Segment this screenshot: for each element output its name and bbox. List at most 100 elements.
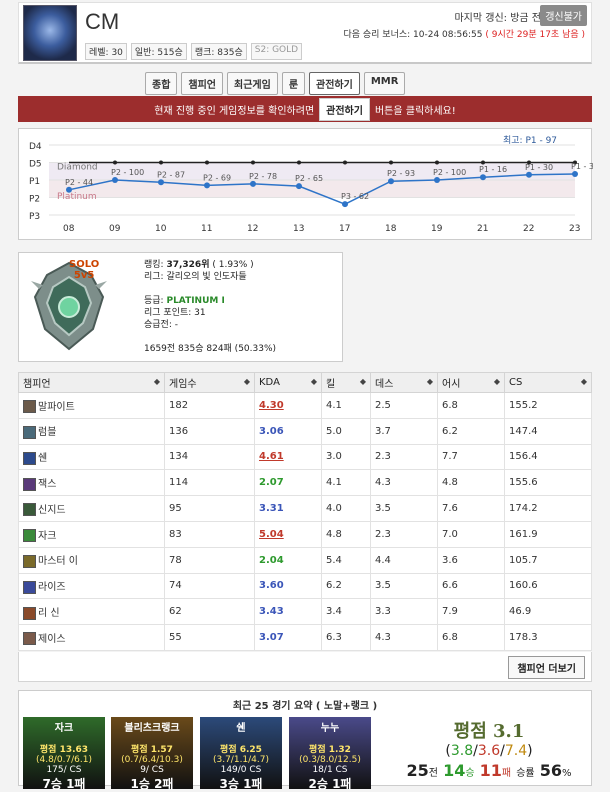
- deaths-cell: 2.3: [370, 443, 438, 471]
- recent-record: 25전 14승 11패 승률 56%: [389, 761, 589, 780]
- table-row[interactable]: 제이스 55 3.07 6.3 4.3 6.8 178.3: [18, 624, 592, 651]
- games-cell: 182: [164, 392, 255, 419]
- tier-label: 등급:: [144, 296, 164, 306]
- recent-champion-kda: (3.7/1.1/4.7): [212, 755, 270, 765]
- kills-cell: 4.1: [321, 469, 371, 497]
- tab-spectate[interactable]: 관전하기: [309, 72, 360, 95]
- champion-cell[interactable]: 라이즈: [18, 572, 165, 600]
- lp-data-point: [250, 180, 256, 187]
- queue-mode: 5v5: [73, 270, 95, 281]
- champion-portrait-icon: [23, 606, 36, 620]
- tab-champions[interactable]: 챔피언: [181, 72, 224, 95]
- table-row[interactable]: 럼블 136 3.06 5.0 3.7 6.2 147.4: [18, 417, 592, 445]
- champion-cell[interactable]: 자크: [18, 520, 165, 548]
- y-tick-label: P3: [29, 212, 40, 222]
- cs-cell: 155.2: [504, 392, 592, 419]
- cs-cell: 155.6: [504, 469, 592, 497]
- avg-kda: (3.8/3.6/7.4): [445, 743, 533, 759]
- games-cell: 78: [164, 546, 255, 574]
- table-row[interactable]: 잭스 114 2.07 4.1 4.3 4.8 155.6: [18, 469, 592, 497]
- recent-champion-name: 블리츠크랭크: [124, 723, 180, 734]
- losses-unit: 패: [501, 768, 512, 779]
- sort-icon: ◆: [243, 377, 250, 386]
- deaths-cell: 3.3: [370, 598, 438, 626]
- table-row[interactable]: 말파이트 182 4.30 4.1 2.5 6.8 155.2: [18, 392, 592, 419]
- recent-champion-card[interactable]: 누누 평점 1.32 (0.3/8.0/12.5) 18/1 CS 2승 1패: [289, 717, 371, 791]
- games-cell: 83: [164, 520, 255, 548]
- total-losses: 11: [479, 761, 502, 780]
- champion-cell[interactable]: 제이스: [18, 624, 165, 651]
- table-row[interactable]: 리 신 62 3.43 3.4 3.3 7.9 46.9: [18, 598, 592, 626]
- recent-champion-card[interactable]: 자크 평점 13.63 (4.8/0.7/6.1) 175/ CS 7승 1패: [23, 717, 105, 791]
- x-tick-label: 19: [431, 224, 443, 234]
- sort-icon: ◆: [359, 377, 366, 386]
- champion-portrait-icon: [23, 554, 36, 568]
- ranking-line: 랭킹: 37,326위 ( 1.93% ): [144, 259, 276, 271]
- x-tick-label: 12: [247, 224, 258, 234]
- profile-header: CM 레벨: 30 일반: 515승 랭크: 835승 S2: GOLD 마지막…: [18, 2, 592, 64]
- games-cell: 114: [164, 469, 255, 497]
- reference-point: [159, 160, 163, 165]
- recent-champion-card[interactable]: 블리츠크랭크 평점 1.57 (0.7/6.4/10.3) 9/ CS 1승 2패: [111, 717, 193, 791]
- table-header-row: 챔피언 ◆ 게임수 ◆ KDA ◆ 킬 ◆ 데스 ◆ 어시 ◆ CS ◆: [18, 372, 592, 393]
- tab-overview[interactable]: 종합: [145, 72, 178, 95]
- table-row[interactable]: 쉔 134 4.61 3.0 2.3 7.7 156.4: [18, 443, 592, 471]
- col-deaths[interactable]: 데스 ◆: [370, 372, 438, 393]
- table-row[interactable]: 마스터 이 78 2.04 5.4 4.4 3.6 105.7: [18, 546, 592, 574]
- recent-champion-name: 쉔: [236, 723, 246, 734]
- bonus-remaining: ( 9시간 29분 17초 남음 ): [485, 30, 585, 40]
- champion-cell[interactable]: 럼블: [18, 417, 165, 445]
- recent-champion-cs: 9/ CS: [140, 765, 164, 775]
- table-row[interactable]: 자크 83 5.04 4.8 2.3 7.0 161.9: [18, 520, 592, 548]
- ranked-wins-chip: 랭크: 835승: [190, 43, 247, 60]
- solo-rank-panel: SOLO 5v5 랭킹: 37,326위 ( 1.93% ) 리그: 갈리오의 …: [18, 252, 343, 362]
- spectate-button[interactable]: 관전하기: [319, 97, 370, 121]
- champion-cell[interactable]: 쉔: [18, 443, 165, 471]
- reference-point: [205, 160, 209, 165]
- tab-recent-games[interactable]: 최근게임: [227, 72, 278, 95]
- winrate-label: 승률: [516, 768, 535, 779]
- promo-series: 승급전: -: [144, 320, 178, 330]
- champion-cell[interactable]: 신지드: [18, 495, 165, 522]
- col-champion[interactable]: 챔피언 ◆: [18, 372, 165, 393]
- recent-champion-name: 자크: [54, 723, 74, 734]
- sort-icon: ◆: [493, 377, 500, 386]
- renew-button[interactable]: 갱신불가: [540, 5, 587, 26]
- col-assists[interactable]: 어시 ◆: [437, 372, 505, 393]
- y-tick-label: P1: [29, 177, 40, 187]
- champion-cell[interactable]: 말파이트: [18, 392, 165, 419]
- queue-name: SOLO: [69, 259, 100, 270]
- x-tick-label: 10: [155, 224, 167, 234]
- tab-runes[interactable]: 룬: [281, 72, 306, 95]
- kda-cell: 4.30: [254, 392, 322, 419]
- col-kda[interactable]: KDA ◆: [254, 372, 322, 393]
- recent-champion-card[interactable]: 쉔 평점 6.25 (3.7/1.1/4.7) 149/0 CS 3승 1패: [200, 717, 282, 791]
- table-row[interactable]: 라이즈 74 3.60 6.2 3.5 6.6 160.6: [18, 572, 592, 600]
- lp-data-point: [526, 171, 532, 178]
- sort-icon: ◆: [153, 377, 160, 386]
- normal-wins-chip: 일반: 515승: [130, 43, 187, 60]
- sort-icon: ◆: [580, 377, 587, 386]
- last-update-text: 마지막 갱신: 방금 전: [454, 13, 541, 24]
- games-cell: 62: [164, 598, 255, 626]
- reference-point: [435, 160, 439, 165]
- sort-icon: ◆: [310, 377, 317, 386]
- col-kills[interactable]: 킬 ◆: [321, 372, 371, 393]
- lp-data-point: [434, 177, 440, 184]
- table-row[interactable]: 신지드 95 3.31 4.0 3.5 7.6 174.2: [18, 495, 592, 522]
- champion-cell[interactable]: 리 신: [18, 598, 165, 626]
- champion-cell[interactable]: 잭스: [18, 469, 165, 497]
- deaths-cell: 4.3: [370, 469, 438, 497]
- tab-mmr[interactable]: MMR: [363, 72, 406, 95]
- best-rank-label: 최고: P1 - 97: [503, 135, 557, 146]
- col-cs[interactable]: CS ◆: [504, 372, 592, 393]
- winrate-unit: %: [561, 768, 572, 779]
- recent-champion-record: 3승 1패: [219, 777, 263, 791]
- more-champions-bar: 챔피언 더보기: [18, 652, 592, 682]
- col-games[interactable]: 게임수 ◆: [164, 372, 255, 393]
- champion-cell[interactable]: 마스터 이: [18, 546, 165, 574]
- more-champions-button[interactable]: 챔피언 더보기: [508, 656, 585, 679]
- champion-portrait-icon: [23, 580, 36, 594]
- assists-cell: 7.9: [437, 598, 505, 626]
- winrate-value: 56: [539, 761, 562, 780]
